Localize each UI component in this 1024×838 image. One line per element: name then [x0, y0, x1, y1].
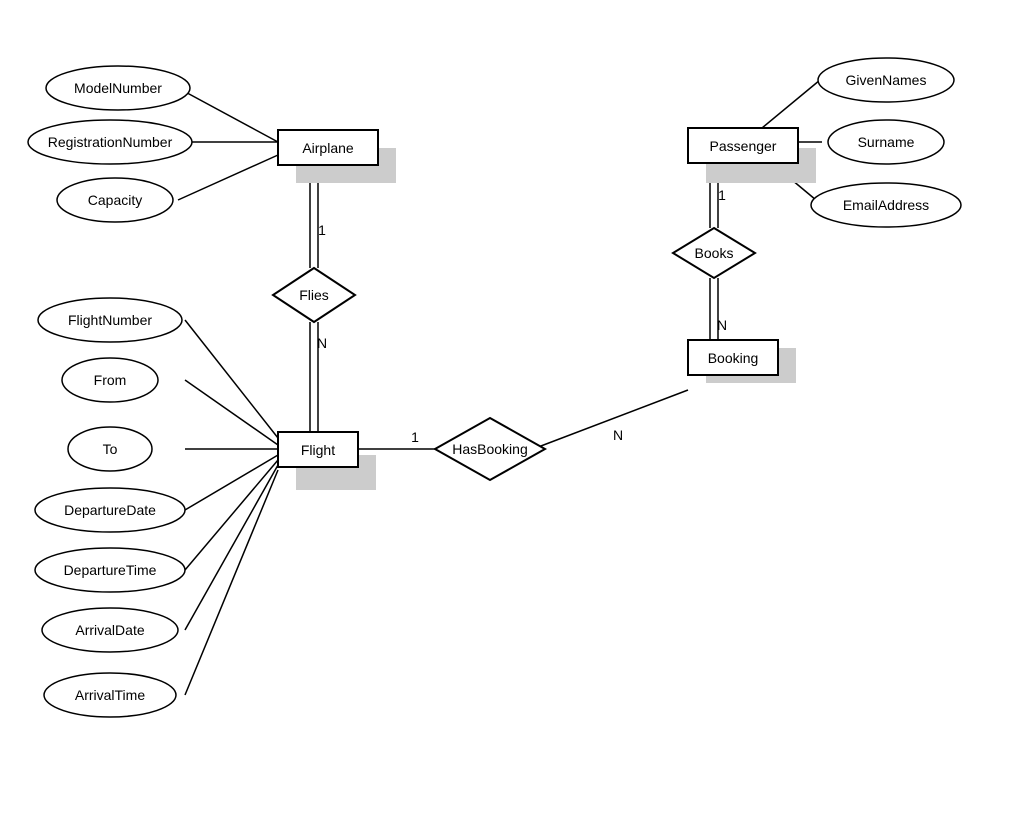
flies-label: Flies	[299, 287, 329, 303]
line-departuredate-flight	[185, 455, 278, 510]
hasbooking-label: HasBooking	[452, 441, 528, 457]
line-flightnumber-flight	[185, 320, 278, 438]
label-registrationnumber: RegistrationNumber	[48, 134, 173, 150]
label-surname: Surname	[858, 134, 915, 150]
card-n-hasbooking-booking: N	[613, 427, 623, 443]
label-flightnumber: FlightNumber	[68, 312, 152, 328]
label-from: From	[94, 372, 127, 388]
er-diagram: Airplane Flight Passenger Booking Flies …	[0, 0, 1024, 833]
airplane-label: Airplane	[302, 140, 354, 156]
card-1-flight-hasbooking: 1	[411, 429, 419, 445]
label-departuredate: DepartureDate	[64, 502, 156, 518]
label-givennames: GivenNames	[846, 72, 927, 88]
label-capacity: Capacity	[88, 192, 142, 208]
card-n-books-booking: N	[717, 317, 727, 333]
passenger-label: Passenger	[710, 138, 777, 154]
label-to: To	[103, 441, 118, 457]
booking-label: Booking	[708, 350, 759, 366]
line-arrivaldate-flight	[185, 465, 278, 630]
line-givennames-passenger	[762, 80, 820, 128]
line-hasbooking-booking	[533, 390, 688, 449]
label-modelnumber: ModelNumber	[74, 80, 162, 96]
card-n-flies-flight: N	[317, 335, 327, 351]
flight-label: Flight	[301, 442, 335, 458]
card-1-passenger-books: 1	[718, 187, 726, 203]
line-departuretime-flight	[185, 460, 278, 570]
line-modelnumber-airplane	[178, 88, 278, 142]
line-capacity-airplane	[178, 155, 278, 200]
label-arrivaldate: ArrivalDate	[75, 622, 144, 638]
line-from-flight	[185, 380, 278, 445]
books-label: Books	[695, 245, 734, 261]
card-1-airplane-flies: 1	[318, 222, 326, 238]
label-emailaddress: EmailAddress	[843, 197, 929, 213]
line-arrivaltime-flight	[185, 470, 278, 695]
label-arrivaltime: ArrivalTime	[75, 687, 145, 703]
label-departuretime: DepartureTime	[64, 562, 157, 578]
